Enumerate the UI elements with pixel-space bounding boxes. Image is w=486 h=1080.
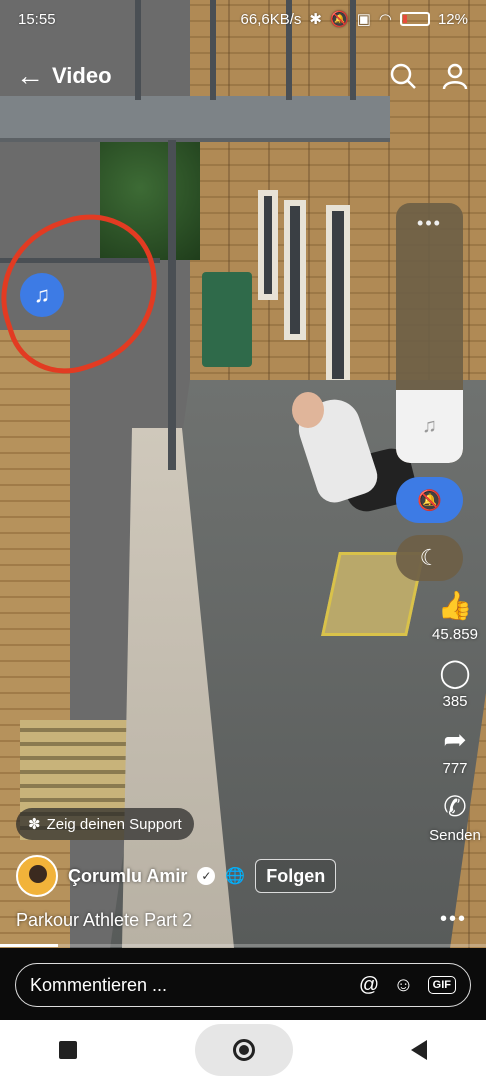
sparkle-icon: ✽ bbox=[28, 816, 41, 833]
profile-icon[interactable] bbox=[440, 61, 470, 91]
comment-bar: Kommentieren ... @ ☺ GIF bbox=[0, 948, 486, 1020]
mute-button[interactable]: 🔕 bbox=[396, 477, 463, 523]
network-speed: 66,6KB/s bbox=[240, 10, 302, 28]
moon-icon: ☾ bbox=[419, 545, 440, 570]
person-head bbox=[292, 392, 324, 428]
bluetooth-icon: ✱ bbox=[309, 11, 322, 28]
building-window bbox=[284, 200, 306, 340]
building-window bbox=[258, 190, 278, 300]
whatsapp-label: Senden bbox=[429, 827, 481, 844]
action-column: 👍 45.859 ◯ 385 ➦ 777 ✆ Senden bbox=[426, 588, 484, 856]
at-icon[interactable]: @ bbox=[359, 974, 379, 997]
back-triangle-icon[interactable] bbox=[411, 1040, 427, 1060]
author-row: Çorumlu Amir ✓ 🌐 Folgen bbox=[16, 854, 337, 898]
progress-fill bbox=[0, 944, 59, 947]
wifi-icon: ◠ bbox=[378, 11, 392, 28]
whatsapp-icon: ✆ bbox=[443, 791, 467, 822]
night-mode-button[interactable]: ☾ bbox=[396, 535, 463, 581]
walkway-bridge bbox=[0, 96, 390, 142]
nav-actions bbox=[388, 61, 470, 91]
sim-icon: ▣ bbox=[356, 11, 371, 28]
comment-bubble-icon: ◯ bbox=[439, 657, 471, 688]
share-arrow-icon: ➦ bbox=[443, 724, 467, 755]
support-label: Zeig deinen Support bbox=[46, 815, 182, 833]
battery-icon bbox=[399, 12, 430, 26]
recent-apps-icon[interactable] bbox=[59, 1041, 77, 1059]
mute-icon: 🔕 bbox=[330, 11, 349, 28]
video-caption: Parkour Athlete Part 2 bbox=[16, 910, 193, 930]
follow-button[interactable]: Folgen bbox=[255, 859, 337, 893]
comment-button[interactable]: ◯ 385 bbox=[426, 655, 484, 710]
home-button[interactable] bbox=[195, 1024, 293, 1076]
globe-icon: 🌐 bbox=[225, 868, 246, 885]
status-time: 15:55 bbox=[18, 10, 56, 28]
home-icon bbox=[233, 1039, 255, 1061]
gif-icon[interactable]: GIF bbox=[427, 976, 456, 994]
music-note-button[interactable]: ♫ bbox=[20, 273, 64, 317]
top-nav: ← Video bbox=[0, 52, 486, 100]
comment-icons: @ ☺ GIF bbox=[359, 974, 456, 997]
like-count: 45.859 bbox=[432, 626, 478, 643]
share-button[interactable]: ➦ 777 bbox=[426, 722, 484, 777]
verified-badge-icon: ✓ bbox=[197, 867, 216, 885]
more-dots-icon[interactable]: ••• bbox=[396, 213, 463, 234]
support-pole bbox=[168, 140, 176, 470]
status-indicators: 66,6KB/s ✱ 🔕 ▣ ◠ 12% bbox=[240, 10, 468, 29]
page-title: Video bbox=[52, 63, 112, 88]
bell-mute-icon: 🔕 bbox=[417, 489, 442, 512]
volume-level: ♫ bbox=[396, 390, 463, 463]
comment-count: 385 bbox=[442, 693, 468, 710]
share-count: 777 bbox=[442, 760, 468, 777]
music-note-icon: ♫ bbox=[422, 415, 437, 438]
like-button[interactable]: 👍 45.859 bbox=[426, 588, 484, 643]
avatar[interactable] bbox=[16, 855, 58, 897]
comment-input[interactable]: Kommentieren ... @ ☺ GIF bbox=[15, 963, 471, 1007]
volume-slider[interactable]: ••• ♫ bbox=[396, 203, 463, 463]
video-player[interactable] bbox=[0, 0, 486, 948]
video-progress-bar[interactable] bbox=[0, 944, 486, 947]
more-dots-icon[interactable]: ••• bbox=[440, 908, 467, 931]
status-bar: 15:55 66,6KB/s ✱ 🔕 ▣ ◠ 12% bbox=[0, 0, 486, 38]
thumbs-up-icon: 👍 bbox=[437, 590, 473, 621]
battery-percent: 12% bbox=[437, 10, 468, 28]
search-icon[interactable] bbox=[388, 61, 418, 91]
comment-placeholder: Kommentieren ... bbox=[30, 974, 168, 995]
system-nav-bar bbox=[0, 1020, 486, 1080]
green-bin bbox=[202, 272, 252, 367]
emoji-icon[interactable]: ☺ bbox=[393, 974, 413, 997]
whatsapp-button[interactable]: ✆ Senden bbox=[426, 789, 484, 844]
music-note-icon: ♫ bbox=[33, 282, 51, 307]
building-window bbox=[326, 205, 350, 385]
back-arrow-icon[interactable]: ← bbox=[16, 62, 52, 90]
support-button[interactable]: ✽ Zeig deinen Support bbox=[16, 808, 194, 840]
author-name[interactable]: Çorumlu Amir bbox=[68, 866, 187, 887]
